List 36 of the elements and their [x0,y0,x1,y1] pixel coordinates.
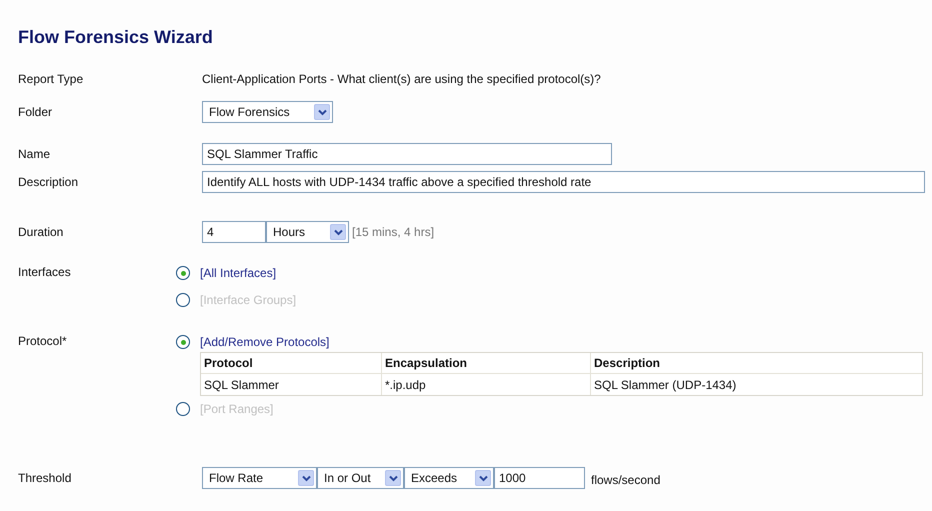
report-type-text: Client-Application Ports - What client(s) are using the specified protocol(s)? [202,71,601,88]
caret-icon [330,224,346,240]
option-link[interactable]: [All Interfaces] [200,264,276,282]
table-cell: *.ip.udp [381,374,590,395]
duration-field[interactable]: 4 [202,221,266,243]
radio-button[interactable] [176,335,190,349]
name-field[interactable]: SQL Slammer Traffic [202,143,612,165]
page-title: Flow Forensics Wizard [18,26,214,48]
caret-icon [314,104,330,120]
field-label: Report Type [18,71,84,88]
caret-icon [385,470,401,486]
field-label: Threshold [18,470,72,487]
caret-icon [475,470,491,486]
table-cell-text: SQL Slammer [203,376,280,394]
table-cell: SQL Slammer (UDP-1434) [590,374,922,395]
option-link[interactable]: [Add/Remove Protocols] [200,333,330,351]
column-header: Description [590,353,922,373]
field-label: Name [18,146,52,163]
direction-select[interactable]: In or Out [317,467,404,489]
duration-hint: [15 mins, 4 hrs] [352,224,434,241]
folder-select[interactable]: Flow Forensics [202,101,333,123]
column-header: Encapsulation [381,353,590,373]
caret-icon [298,470,314,486]
description-field[interactable]: Identify ALL hosts with UDP-1434 traffic above a specified threshold rate [202,171,925,193]
threshold-unit: flows/second [591,472,660,489]
radio-button[interactable] [176,266,190,280]
field-label: Description [18,174,80,191]
column-header: Protocol [203,355,254,372]
threshold-field[interactable]: 1000 [494,467,585,489]
field-label: Protocol* [18,333,68,350]
field-label: Interfaces [18,264,72,281]
field-label: Folder [18,104,54,121]
field-label: Duration [18,224,64,241]
unit-select[interactable]: Hours [266,221,349,243]
metric-select[interactable]: Flow Rate [202,467,317,489]
comparison-select[interactable]: Exceeds [404,467,494,489]
